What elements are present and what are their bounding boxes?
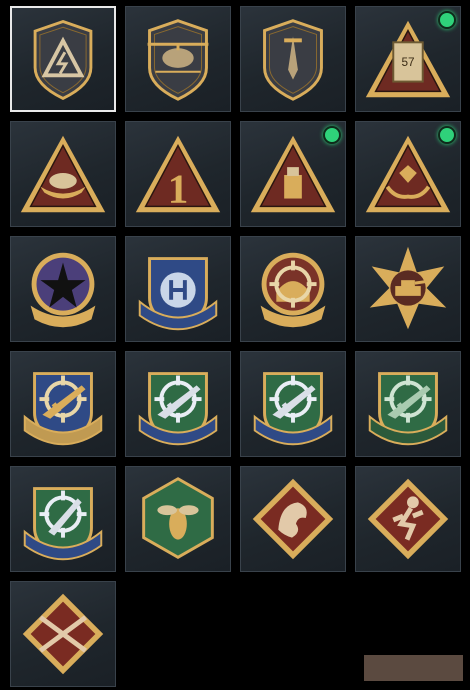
lightning-triangle-emblem-icon: [33, 19, 93, 101]
dragon-emblem-icon: [252, 478, 334, 560]
emblem-tile[interactable]: [10, 236, 116, 342]
skull-star-emblem-icon: [30, 252, 96, 328]
emblem-tile[interactable]: [10, 121, 116, 227]
emblem-tile[interactable]: [125, 236, 231, 342]
emblem-tile[interactable]: [240, 236, 346, 342]
crossed-rifles-emblem-icon: [22, 593, 104, 675]
hornet-emblem-icon: [142, 477, 214, 559]
emblem-tile[interactable]: [355, 236, 461, 342]
emblem-label: 1: [168, 165, 189, 211]
emblem-tile[interactable]: [125, 6, 231, 112]
green-crosshair-rifle-emblem-icon: [138, 372, 218, 446]
emblem-tile[interactable]: [355, 351, 461, 457]
emblem-tile[interactable]: [10, 466, 116, 572]
crosshair-knife-emblem-icon: [23, 487, 103, 561]
emblem-tile[interactable]: 57: [355, 6, 461, 112]
boat-emblem-icon: [20, 135, 106, 213]
bottom-action-button[interactable]: [364, 655, 463, 681]
green-crosshair-sniper-emblem-icon: [368, 372, 448, 446]
emblem-tile[interactable]: [10, 351, 116, 457]
helicopter-emblem-icon: [147, 19, 209, 101]
new-indicator-icon: [438, 11, 456, 29]
emblem-label: 57: [401, 56, 414, 69]
running-figure-emblem-icon: [367, 478, 449, 560]
emblem-tile[interactable]: [125, 466, 231, 572]
emblem-tile[interactable]: [10, 581, 116, 687]
dagger-emblem-icon: [263, 19, 323, 101]
emblem-tile[interactable]: [240, 6, 346, 112]
emblem-tile[interactable]: [355, 121, 461, 227]
new-indicator-icon: [323, 126, 341, 144]
emblem-tile[interactable]: [240, 121, 346, 227]
blue-shield-stars-emblem-icon: [138, 257, 218, 331]
tank-starburst-emblem-icon: [369, 246, 447, 330]
emblem-tile[interactable]: [240, 351, 346, 457]
number-one-emblem-icon: 1: [135, 135, 221, 213]
new-indicator-icon: [438, 126, 456, 144]
emblem-tile[interactable]: [125, 351, 231, 457]
crosshair-helmet-emblem-icon: [260, 252, 326, 328]
emblem-tile[interactable]: [355, 466, 461, 572]
blue-crosshair-rifle-emblem-icon: [253, 372, 333, 446]
emblem-tile[interactable]: 1: [125, 121, 231, 227]
emblem-tile[interactable]: [10, 6, 116, 112]
emblem-grid: 57 1: [10, 6, 461, 687]
gold-crosshair-rifle-emblem-icon: [23, 372, 103, 446]
emblem-tile[interactable]: [240, 466, 346, 572]
